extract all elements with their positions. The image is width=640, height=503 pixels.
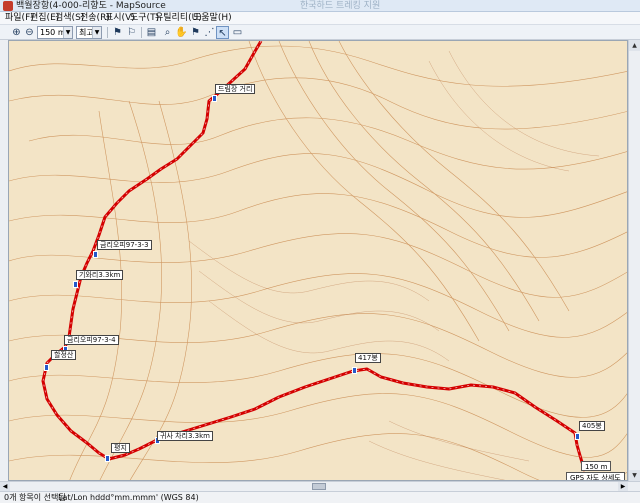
status-bar: 0개 항목이 선택됨 Lat/Lon hddd°mm.mmm' (WGS 84) <box>0 491 640 503</box>
menu-bar: 파일(F) 편집(E) 검색(S) 전송(R) 표시(V) 도구(T) 유틸리티… <box>0 12 640 25</box>
measure-tool-icon[interactable]: ▭ <box>231 26 244 39</box>
flag-tool-icon[interactable]: ⚑ <box>189 26 202 39</box>
zoom-in-icon[interactable]: ⊕ <box>10 26 23 39</box>
waypoint-marker[interactable] <box>44 364 49 371</box>
waypoint-marker[interactable] <box>105 455 110 462</box>
note-tool-icon[interactable]: ▤ <box>145 26 158 39</box>
track-tool-icon[interactable]: ⋰ <box>203 26 216 39</box>
chevron-down-icon: ▼ <box>63 27 72 38</box>
vertical-scrollbar[interactable]: ▲ ▼ <box>628 40 640 481</box>
topo-map <box>9 41 627 480</box>
window-title: 백월장항(4-000-리향도 - MapSource <box>16 1 166 11</box>
select-tool-icon[interactable]: ↖ <box>216 26 229 39</box>
scale-select-value: 150 m <box>40 28 66 37</box>
title-bar: 백월장항(4-000-리향도 - MapSource 한국하드 트레킹 지원 <box>0 0 640 12</box>
waypoint-label[interactable]: 417봉 <box>355 353 381 363</box>
chevron-down-icon: ▼ <box>92 27 101 38</box>
waypoint-marker[interactable] <box>73 281 78 288</box>
toolbar-separator <box>141 27 142 38</box>
waypoint-marker[interactable] <box>575 433 580 440</box>
contour-lines-minor <box>188 50 600 480</box>
waypoint-label[interactable]: 귀사 차리3.3km <box>157 431 213 441</box>
app-icon <box>3 1 13 11</box>
waypoint-label[interactable]: 평지 <box>111 443 130 453</box>
waypoint-marker[interactable] <box>93 251 98 258</box>
pan-tool-icon[interactable]: ✋ <box>175 26 188 39</box>
gps-track <box>41 41 587 472</box>
scroll-right-icon[interactable]: ▶ <box>618 482 628 491</box>
status-coords-format: Lat/Lon hddd°mm.mmm' (WGS 84) <box>58 493 199 502</box>
waypoint-label[interactable]: 할정산 <box>51 350 77 360</box>
map-view[interactable]: 드림장 거리 금리오피97-3-3 기와리3.3km 금리오피97-3-4 할정… <box>8 40 628 481</box>
left-gutter <box>0 40 8 481</box>
zoom-tool-icon[interactable]: ⌕ <box>161 26 174 39</box>
waypoint-label[interactable]: 405봉 <box>579 421 605 431</box>
toolbar: ⊕ ⊖ 150 m ▼ 최고 ▼ ⚑ ⚐ ▤ ⌕ ✋ ⚑ ⋰ ↖ ▭ <box>0 25 640 40</box>
waypoint-label[interactable]: 금리오피97-3-3 <box>97 240 152 250</box>
scroll-down-icon[interactable]: ▼ <box>629 470 640 481</box>
horizontal-scrollbar[interactable]: ◀ ▶ <box>0 481 640 491</box>
scale-select[interactable]: 150 m ▼ <box>37 26 73 39</box>
detail-select[interactable]: 최고 ▼ <box>76 26 102 39</box>
map-source-label: GPS 자도 상세도 <box>566 472 625 480</box>
waypoint-label[interactable]: 금리오피97-3-4 <box>64 335 119 345</box>
scroll-thumb[interactable] <box>312 483 326 490</box>
waypoint-label[interactable]: 기와리3.3km <box>76 270 124 280</box>
menu-help[interactable]: 도움말(H) <box>193 12 232 25</box>
toolbar-separator <box>107 27 108 38</box>
scroll-left-icon[interactable]: ◀ <box>0 482 10 491</box>
waypoint-marker[interactable] <box>212 95 217 102</box>
waypoint-tool-icon[interactable]: ⚐ <box>125 26 138 39</box>
zoom-out-icon[interactable]: ⊖ <box>23 26 36 39</box>
window-ghost-title: 한국하드 트레킹 지원 <box>300 1 381 11</box>
waypoint-label[interactable]: 드림장 거리 <box>215 84 256 94</box>
waypoint-marker[interactable] <box>352 367 357 374</box>
scroll-up-icon[interactable]: ▲ <box>629 40 640 51</box>
route-tool-icon[interactable]: ⚑ <box>111 26 124 39</box>
map-scale: 150 m <box>581 461 612 471</box>
contour-lines <box>9 41 627 480</box>
status-selection: 0개 항목이 선택됨 <box>4 493 66 502</box>
